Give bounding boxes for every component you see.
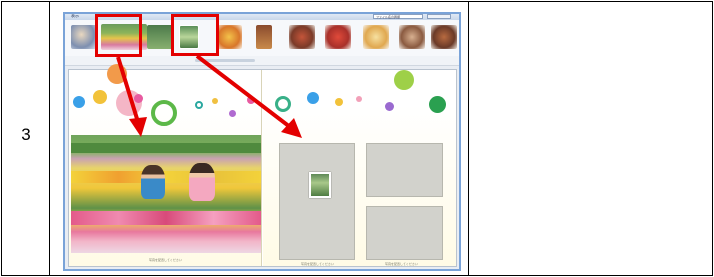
thumbnail-food-5[interactable] bbox=[363, 25, 389, 49]
dropped-photo-thumbnail[interactable] bbox=[309, 172, 331, 198]
strip-scrollbar[interactable] bbox=[195, 59, 255, 62]
decor-dot bbox=[247, 96, 255, 104]
sort-button[interactable] bbox=[427, 14, 451, 19]
photo-flowers-pink bbox=[71, 211, 261, 225]
decor-dot bbox=[394, 70, 414, 90]
slot-caption-right: 写真を配置してください bbox=[385, 262, 418, 266]
sort-order-select[interactable]: ファイル名の昇順 bbox=[373, 14, 423, 19]
decor-dot bbox=[335, 98, 343, 106]
thumbnail-food-1[interactable] bbox=[216, 25, 242, 49]
placed-photo-kids-flowers[interactable] bbox=[71, 135, 261, 253]
decor-dot bbox=[385, 102, 394, 111]
highlight-box-source-photo bbox=[95, 14, 142, 57]
decor-ring bbox=[275, 96, 291, 112]
table-divider bbox=[468, 2, 469, 275]
slot-caption-left: 写真を配置してください bbox=[301, 262, 334, 266]
thumbnail-food-7[interactable] bbox=[431, 25, 457, 49]
photo-child-left bbox=[141, 165, 165, 199]
step-number: 3 bbox=[21, 125, 31, 144]
decor-dot bbox=[134, 94, 143, 103]
thumbnail-people[interactable] bbox=[71, 25, 97, 49]
photo-flowers-yellow bbox=[71, 171, 261, 183]
decor-dot bbox=[429, 96, 446, 113]
thumbnail-food-6[interactable] bbox=[399, 25, 425, 49]
step-number-cell: 3 bbox=[2, 2, 50, 275]
decor-dot bbox=[229, 110, 236, 117]
decor-dot bbox=[212, 98, 218, 104]
thumbnail-outdoor[interactable] bbox=[147, 25, 173, 49]
view-menu[interactable]: 表示 bbox=[71, 14, 79, 19]
decor-dot bbox=[93, 90, 107, 104]
decor-dot bbox=[307, 92, 319, 104]
highlight-box-selected-thumbnail bbox=[171, 14, 219, 56]
decor-dot bbox=[73, 96, 85, 108]
layout-canvas: 写真を配置してください 写真を配置してください 写真を配置してください bbox=[68, 64, 457, 267]
decor-dot bbox=[356, 96, 362, 102]
photo-child-right bbox=[189, 163, 215, 201]
right-page: 写真を配置してください 写真を配置してください bbox=[263, 70, 456, 266]
strip-scroll-area bbox=[65, 56, 459, 66]
decor-dot bbox=[107, 64, 127, 84]
decor-ring bbox=[195, 101, 203, 109]
photo-caption: 写真を配置してください bbox=[149, 258, 182, 262]
thumbnail-food-2[interactable] bbox=[256, 25, 272, 49]
thumbnail-food-3[interactable] bbox=[289, 25, 315, 49]
photo-slot-top-right[interactable] bbox=[366, 143, 443, 197]
photo-slot-bottom-right[interactable] bbox=[366, 206, 443, 260]
photo-slot-large[interactable] bbox=[279, 143, 355, 260]
photo-hedge bbox=[71, 143, 261, 153]
left-page: 写真を配置してください bbox=[69, 64, 262, 266]
thumbnail-food-4[interactable] bbox=[325, 25, 351, 49]
decor-ring bbox=[151, 100, 177, 126]
